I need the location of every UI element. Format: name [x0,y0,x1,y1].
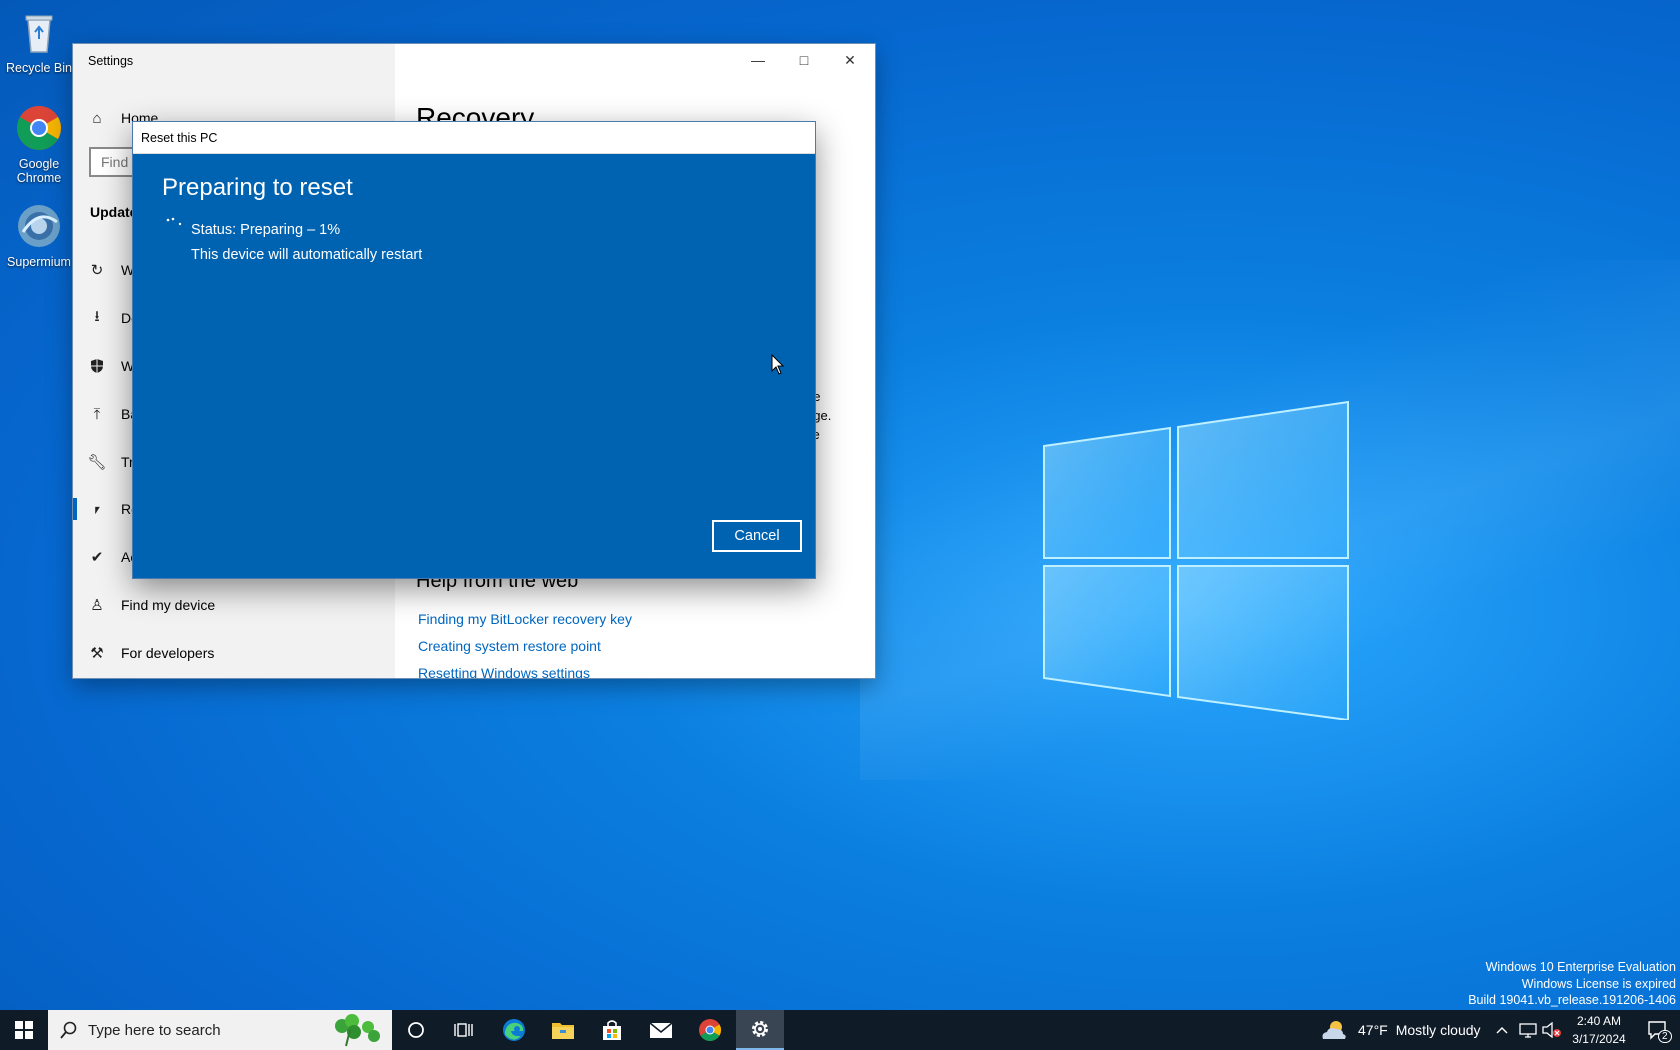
chrome-icon [17,106,61,150]
taskbar-clock[interactable]: 2:40 AM 3/17/2024 [1564,1012,1634,1048]
progress-spinner-icon [166,217,182,226]
reset-pc-dialog: Reset this PC Preparing to reset Status:… [133,122,815,578]
sync-icon: ↻ [90,262,104,279]
help-link-restore-point[interactable]: Creating system restore point [418,638,601,654]
windows-start-icon [15,1021,33,1039]
dialog-titlebar: Reset this PC [133,122,815,154]
settings-window-title: Settings [88,54,134,68]
recovery-icon: ⎖ [90,500,103,518]
chrome-icon [699,1019,721,1041]
weather-condition: Mostly cloudy [1395,1022,1481,1038]
chevron-up-icon [1496,1027,1508,1034]
file-explorer-icon [552,1023,574,1039]
check-circle-icon: ✔ [90,549,104,566]
taskbar-file-explorer[interactable] [538,1010,588,1050]
sidebar-item-troubleshoot[interactable]: 🔧︎ Tr [87,446,134,478]
edge-icon [503,1019,525,1041]
mail-icon [649,1022,673,1038]
close-button[interactable]: ✕ [827,44,873,76]
sidebar-item-label: Tr [121,454,134,470]
shield-icon [87,356,107,376]
minimize-button[interactable]: — [735,44,781,76]
sidebar-item-windows-security[interactable]: W [87,350,134,382]
delivery-icon: ⭳ [94,307,100,325]
watermark-line: Build 19041.vb_release.191206-1406 [1468,993,1676,1007]
desktop-icon-google-chrome[interactable]: Google Chrome [0,104,78,185]
watermark-line: Windows 10 Enterprise Evaluation [1485,960,1676,974]
person-location-icon: ♙ [90,597,104,614]
taskbar-store[interactable] [588,1010,636,1050]
taskbar-search-box[interactable]: Type here to search [48,1010,392,1050]
taskbar-mail[interactable] [637,1010,685,1050]
taskbar-settings[interactable] [736,1010,784,1050]
sidebar-item-label: Find my device [121,597,216,613]
volume-button[interactable] [1540,1010,1564,1050]
dialog-title: Reset this PC [141,130,218,145]
taskbar-chrome[interactable] [686,1010,734,1050]
notification-count: 2 [1658,1030,1672,1043]
cortana-button[interactable] [392,1010,440,1050]
sidebar-item-windows-update[interactable]: ↻ W [87,254,135,286]
cancel-button[interactable]: Cancel [712,520,802,552]
maximize-button[interactable]: □ [781,44,827,76]
sidebar-item-backup[interactable]: ⤒ Ba [87,398,138,430]
category-title: Update [90,204,138,220]
taskbar-edge[interactable] [490,1010,538,1050]
shamrock-icon [335,1014,380,1047]
desktop-icon-recycle-bin[interactable]: Recycle Bin [0,8,78,75]
store-icon [603,1020,621,1040]
taskbar: Type here to search 47°F Mostly cloudy 2… [0,1010,1680,1050]
desktop-icon-supermium[interactable]: Supermium [0,202,78,269]
search-placeholder: Type here to search [88,1021,221,1039]
search-icon [60,1021,77,1039]
weather-widget[interactable]: 47°F Mostly cloudy [1320,1010,1510,1050]
sidebar-item-find-my-device[interactable]: ♙ Find my device [87,589,215,621]
desktop-icon-label: Supermium [7,255,71,269]
home-icon: ⌂ [92,109,102,127]
clock-time: 2:40 AM [1576,1014,1622,1028]
cortana-icon [408,1022,424,1038]
backup-arrow-icon: ⤒ [93,405,101,423]
supermium-icon [18,205,60,247]
developer-tools-icon: ⚒ [90,645,104,662]
task-view-button[interactable] [440,1010,488,1050]
dialog-heading: Preparing to reset [162,174,353,201]
desktop-icon-label: Google Chrome [16,157,62,185]
sidebar-item-recovery[interactable]: ⎖ Re [87,493,139,525]
status-text: Status: Preparing – 1% [191,222,341,238]
wrench-icon: 🔧︎ [87,454,107,471]
mouse-cursor-icon [771,354,785,375]
watermark-line: Windows License is expired [1521,976,1676,991]
show-hidden-icons-button[interactable] [1492,1010,1512,1050]
sidebar-item-label: For developers [121,645,215,661]
windows-watermark: Windows 10 Enterprise Evaluation Windows… [1468,959,1676,1009]
network-button[interactable] [1516,1010,1540,1050]
task-view-icon [454,1023,473,1037]
cloudy-weather-icon [1322,1021,1346,1039]
recycle-bin-icon [25,15,53,53]
start-button[interactable] [0,1010,48,1050]
clock-date: 3/17/2024 [1572,1032,1626,1046]
restart-notice: This device will automatically restart [191,247,423,263]
network-icon [1519,1023,1537,1038]
sidebar-item-for-developers[interactable]: ⚒ For developers [87,637,214,669]
selected-indicator [73,498,77,520]
sidebar-item-delivery-optimization[interactable]: ⭳ De [87,302,139,334]
windows-logo-wallpaper [1043,400,1349,720]
help-link-resetting-windows[interactable]: Resetting Windows settings [418,665,590,678]
desktop-icon-label: Recycle Bin [6,61,72,75]
sidebar-item-activation[interactable]: ✔ Ac [87,541,138,573]
action-center-button[interactable]: 2 [1636,1010,1680,1050]
weather-temperature: 47°F [1358,1022,1388,1038]
settings-icon [752,1021,768,1037]
help-link-bitlocker[interactable]: Finding my BitLocker recovery key [418,611,632,627]
volume-muted-icon [1542,1022,1561,1038]
